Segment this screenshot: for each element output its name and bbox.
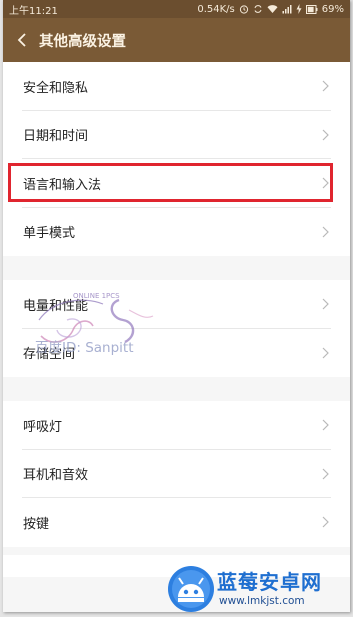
settings-item-date-time[interactable]: 日期和时间	[3, 110, 350, 159]
settings-item-breathing-light[interactable]: 呼吸灯	[3, 401, 350, 450]
settings-item-security-privacy[interactable]: 安全和隐私	[3, 62, 350, 111]
chevron-right-icon	[322, 177, 329, 189]
wifi-icon	[267, 5, 278, 13]
chevron-right-icon	[322, 347, 329, 359]
battery-percent: 69%	[321, 3, 344, 15]
settings-item-language-input[interactable]: 语言和输入法	[3, 159, 350, 208]
chevron-right-icon	[322, 516, 329, 528]
status-right: 0.54K/s 69%	[197, 4, 344, 15]
chevron-right-icon	[322, 419, 329, 431]
settings-item-label: 呼吸灯	[23, 419, 63, 435]
settings-item-label: 存储空间	[23, 347, 76, 363]
settings-item-buttons[interactable]: 按键	[3, 498, 350, 547]
settings-item-partial[interactable]	[3, 554, 350, 577]
settings-item-battery-performance[interactable]: 电量和性能	[3, 280, 350, 329]
page-title: 其他高级设置	[39, 33, 126, 50]
chevron-right-icon	[322, 226, 329, 238]
chevron-left-icon	[17, 33, 26, 47]
title-bar: 其他高级设置	[3, 18, 350, 62]
battery-icon	[305, 4, 318, 14]
settings-item-label: 单手模式	[23, 226, 76, 242]
sync-icon	[254, 5, 262, 13]
phone-screen: 上午11:21 0.54K/s 69% 其他高级设置 安全和隐私 日期和时间 语…	[3, 0, 350, 612]
chevron-right-icon	[322, 129, 329, 141]
settings-item-label: 安全和隐私	[23, 80, 89, 96]
settings-item-label: 日期和时间	[23, 129, 89, 145]
status-time: 上午11:21	[9, 5, 58, 17]
network-speed: 0.54K/s	[197, 3, 235, 15]
settings-item-label: 电量和性能	[23, 298, 89, 314]
settings-item-headphones-audio[interactable]: 耳机和音效	[3, 449, 350, 498]
chevron-right-icon	[322, 468, 329, 480]
section-divider	[3, 256, 350, 280]
settings-item-one-hand-mode[interactable]: 单手模式	[3, 207, 350, 256]
status-bar: 上午11:21 0.54K/s 69%	[3, 0, 350, 18]
section-divider	[3, 377, 350, 401]
settings-list: 安全和隐私 日期和时间 语言和输入法 单手模式 电量和性能 存储空间 呼吸灯 耳…	[3, 62, 350, 577]
settings-item-label: 耳机和音效	[23, 468, 89, 484]
chevron-right-icon	[322, 298, 329, 310]
charging-icon	[296, 4, 302, 14]
back-button[interactable]	[5, 18, 39, 62]
section-divider	[3, 546, 350, 555]
signal-icon	[282, 5, 292, 14]
chevron-right-icon	[322, 80, 329, 92]
alarm-icon	[239, 5, 248, 14]
settings-item-storage[interactable]: 存储空间	[3, 328, 350, 377]
settings-item-label: 语言和输入法	[23, 177, 102, 193]
settings-item-label: 按键	[23, 516, 50, 532]
